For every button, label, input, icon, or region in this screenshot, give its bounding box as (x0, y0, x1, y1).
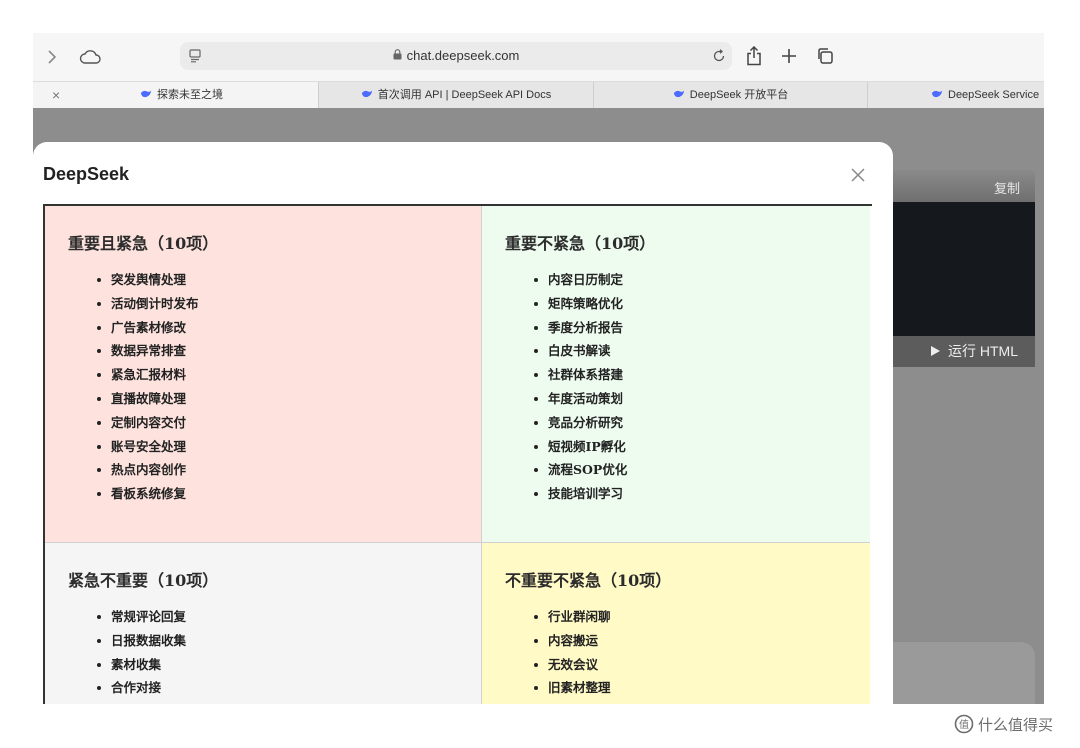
close-icon[interactable] (847, 164, 869, 186)
list-item: 内容搬运 (532, 629, 611, 653)
quadrant-title: 紧急不重要（10项） (68, 571, 219, 590)
deepseek-whale-icon (673, 90, 684, 98)
tab-open-platform[interactable]: DeepSeek 开放平台 (594, 82, 867, 109)
new-tab-icon[interactable] (778, 45, 800, 67)
list-item: 热点内容创作 (95, 458, 199, 482)
list-item: 日报数据收集 (95, 629, 186, 653)
smzdm-logo-icon: 值 (954, 714, 974, 734)
deepseek-whale-icon (361, 90, 372, 98)
tab-label: 探索未至之境 (157, 89, 223, 101)
quadrant-urgent-not-important: 紧急不重要（10项） 常规评论回复 日报数据收集 素材收集 合作对接 (45, 543, 482, 704)
svg-text:值: 值 (959, 718, 969, 731)
tab-close-icon[interactable]: × (52, 82, 60, 109)
quadrant-list: 行业群闲聊 内容搬运 无效会议 旧素材整理 (532, 605, 611, 700)
quadrant-title: 重要且紧急（10项） (68, 234, 219, 253)
list-item: 数据异常排查 (95, 339, 199, 363)
list-item: 年度活动策划 (532, 387, 627, 411)
run-html-button[interactable]: 运行 HTML (931, 336, 1018, 367)
list-item: 账号安全处理 (95, 435, 199, 459)
tab-label: DeepSeek 开放平台 (689, 89, 789, 101)
share-icon[interactable] (742, 43, 766, 69)
deepseek-whale-icon (931, 90, 943, 98)
list-item: 季度分析报告 (532, 316, 627, 340)
list-item: 直播故障处理 (95, 387, 199, 411)
list-item: 内容日历制定 (532, 268, 627, 292)
quadrant-important-urgent: 重要且紧急（10项） 突发舆情处理 活动倒计时发布 广告素材修改 数据异常排查 … (45, 206, 482, 543)
tab-bar: × 探索未至之境 首次调用 API | DeepSeek API Docs De… (33, 81, 1044, 110)
reload-icon[interactable] (710, 47, 728, 65)
address-bar[interactable]: chat.deepseek.com (180, 42, 732, 70)
forward-icon[interactable] (45, 47, 59, 67)
quadrant-list: 内容日历制定 矩阵策略优化 季度分析报告 白皮书解读 社群体系搭建 年度活动策划… (532, 268, 627, 506)
quadrant-list: 突发舆情处理 活动倒计时发布 广告素材修改 数据异常排查 紧急汇报材料 直播故障… (95, 268, 199, 506)
list-item: 常规评论回复 (95, 605, 186, 629)
quadrant-title: 重要不紧急（10项） (505, 234, 656, 253)
list-item: 广告素材修改 (95, 316, 199, 340)
quadrant-title: 不重要不紧急（10项） (505, 571, 672, 590)
tabs-overview-icon[interactable] (814, 45, 836, 67)
url-text: chat.deepseek.com (180, 42, 732, 70)
browser-toolbar: chat.deepseek.com (33, 33, 1044, 81)
tab-label: DeepSeek Service (948, 89, 1040, 101)
eisenhower-matrix: 重要且紧急（10项） 突发舆情处理 活动倒计时发布 广告素材修改 数据异常排查 … (43, 204, 872, 704)
list-item: 竞品分析研究 (532, 411, 627, 435)
list-item: 技能培训学习 (532, 482, 627, 506)
list-item: 定制内容交付 (95, 411, 199, 435)
list-item: 无效会议 (532, 653, 611, 677)
list-item: 社群体系搭建 (532, 363, 627, 387)
deepseek-whale-icon (140, 90, 152, 98)
site-watermark: 值什么值得买 (954, 713, 1053, 739)
modal-title: DeepSeek (43, 164, 130, 184)
list-item: 素材收集 (95, 653, 186, 677)
list-item: 看板系统修复 (95, 482, 199, 506)
quadrant-not-important-not-urgent: 不重要不紧急（10项） 行业群闲聊 内容搬运 无效会议 旧素材整理 (482, 543, 870, 704)
html-preview-modal: DeepSeek 重要且紧急（10项） 突发舆情处理 活动倒计时发布 广告素材修… (33, 142, 893, 704)
tab-service[interactable]: DeepSeek Service (868, 82, 1044, 109)
url-value: chat.deepseek.com (406, 48, 520, 63)
quadrant-list: 常规评论回复 日报数据收集 素材收集 合作对接 (95, 605, 186, 700)
cloud-icon[interactable] (77, 46, 103, 68)
list-item: 突发舆情处理 (95, 268, 199, 292)
list-item: 旧素材整理 (532, 676, 611, 700)
lock-icon (393, 43, 402, 71)
list-item: 矩阵策略优化 (532, 292, 627, 316)
list-item: 合作对接 (95, 676, 186, 700)
list-item: 短视频IP孵化 (532, 435, 627, 459)
tab-api-docs[interactable]: 首次调用 API | DeepSeek API Docs (319, 82, 593, 109)
tab-label: 首次调用 API | DeepSeek API Docs (377, 89, 552, 101)
list-item: 活动倒计时发布 (95, 292, 199, 316)
list-item: 行业群闲聊 (532, 605, 611, 629)
tab-active[interactable]: × 探索未至之境 (33, 82, 318, 109)
play-icon (931, 346, 940, 356)
list-item: 白皮书解读 (532, 339, 627, 363)
copy-button[interactable]: 复制 (994, 178, 1020, 197)
list-item: 紧急汇报材料 (95, 363, 199, 387)
watermark-text: 什么值得买 (978, 717, 1054, 734)
list-item: 流程SOP优化 (532, 458, 627, 482)
quadrant-important-not-urgent: 重要不紧急（10项） 内容日历制定 矩阵策略优化 季度分析报告 白皮书解读 社群… (482, 206, 870, 543)
